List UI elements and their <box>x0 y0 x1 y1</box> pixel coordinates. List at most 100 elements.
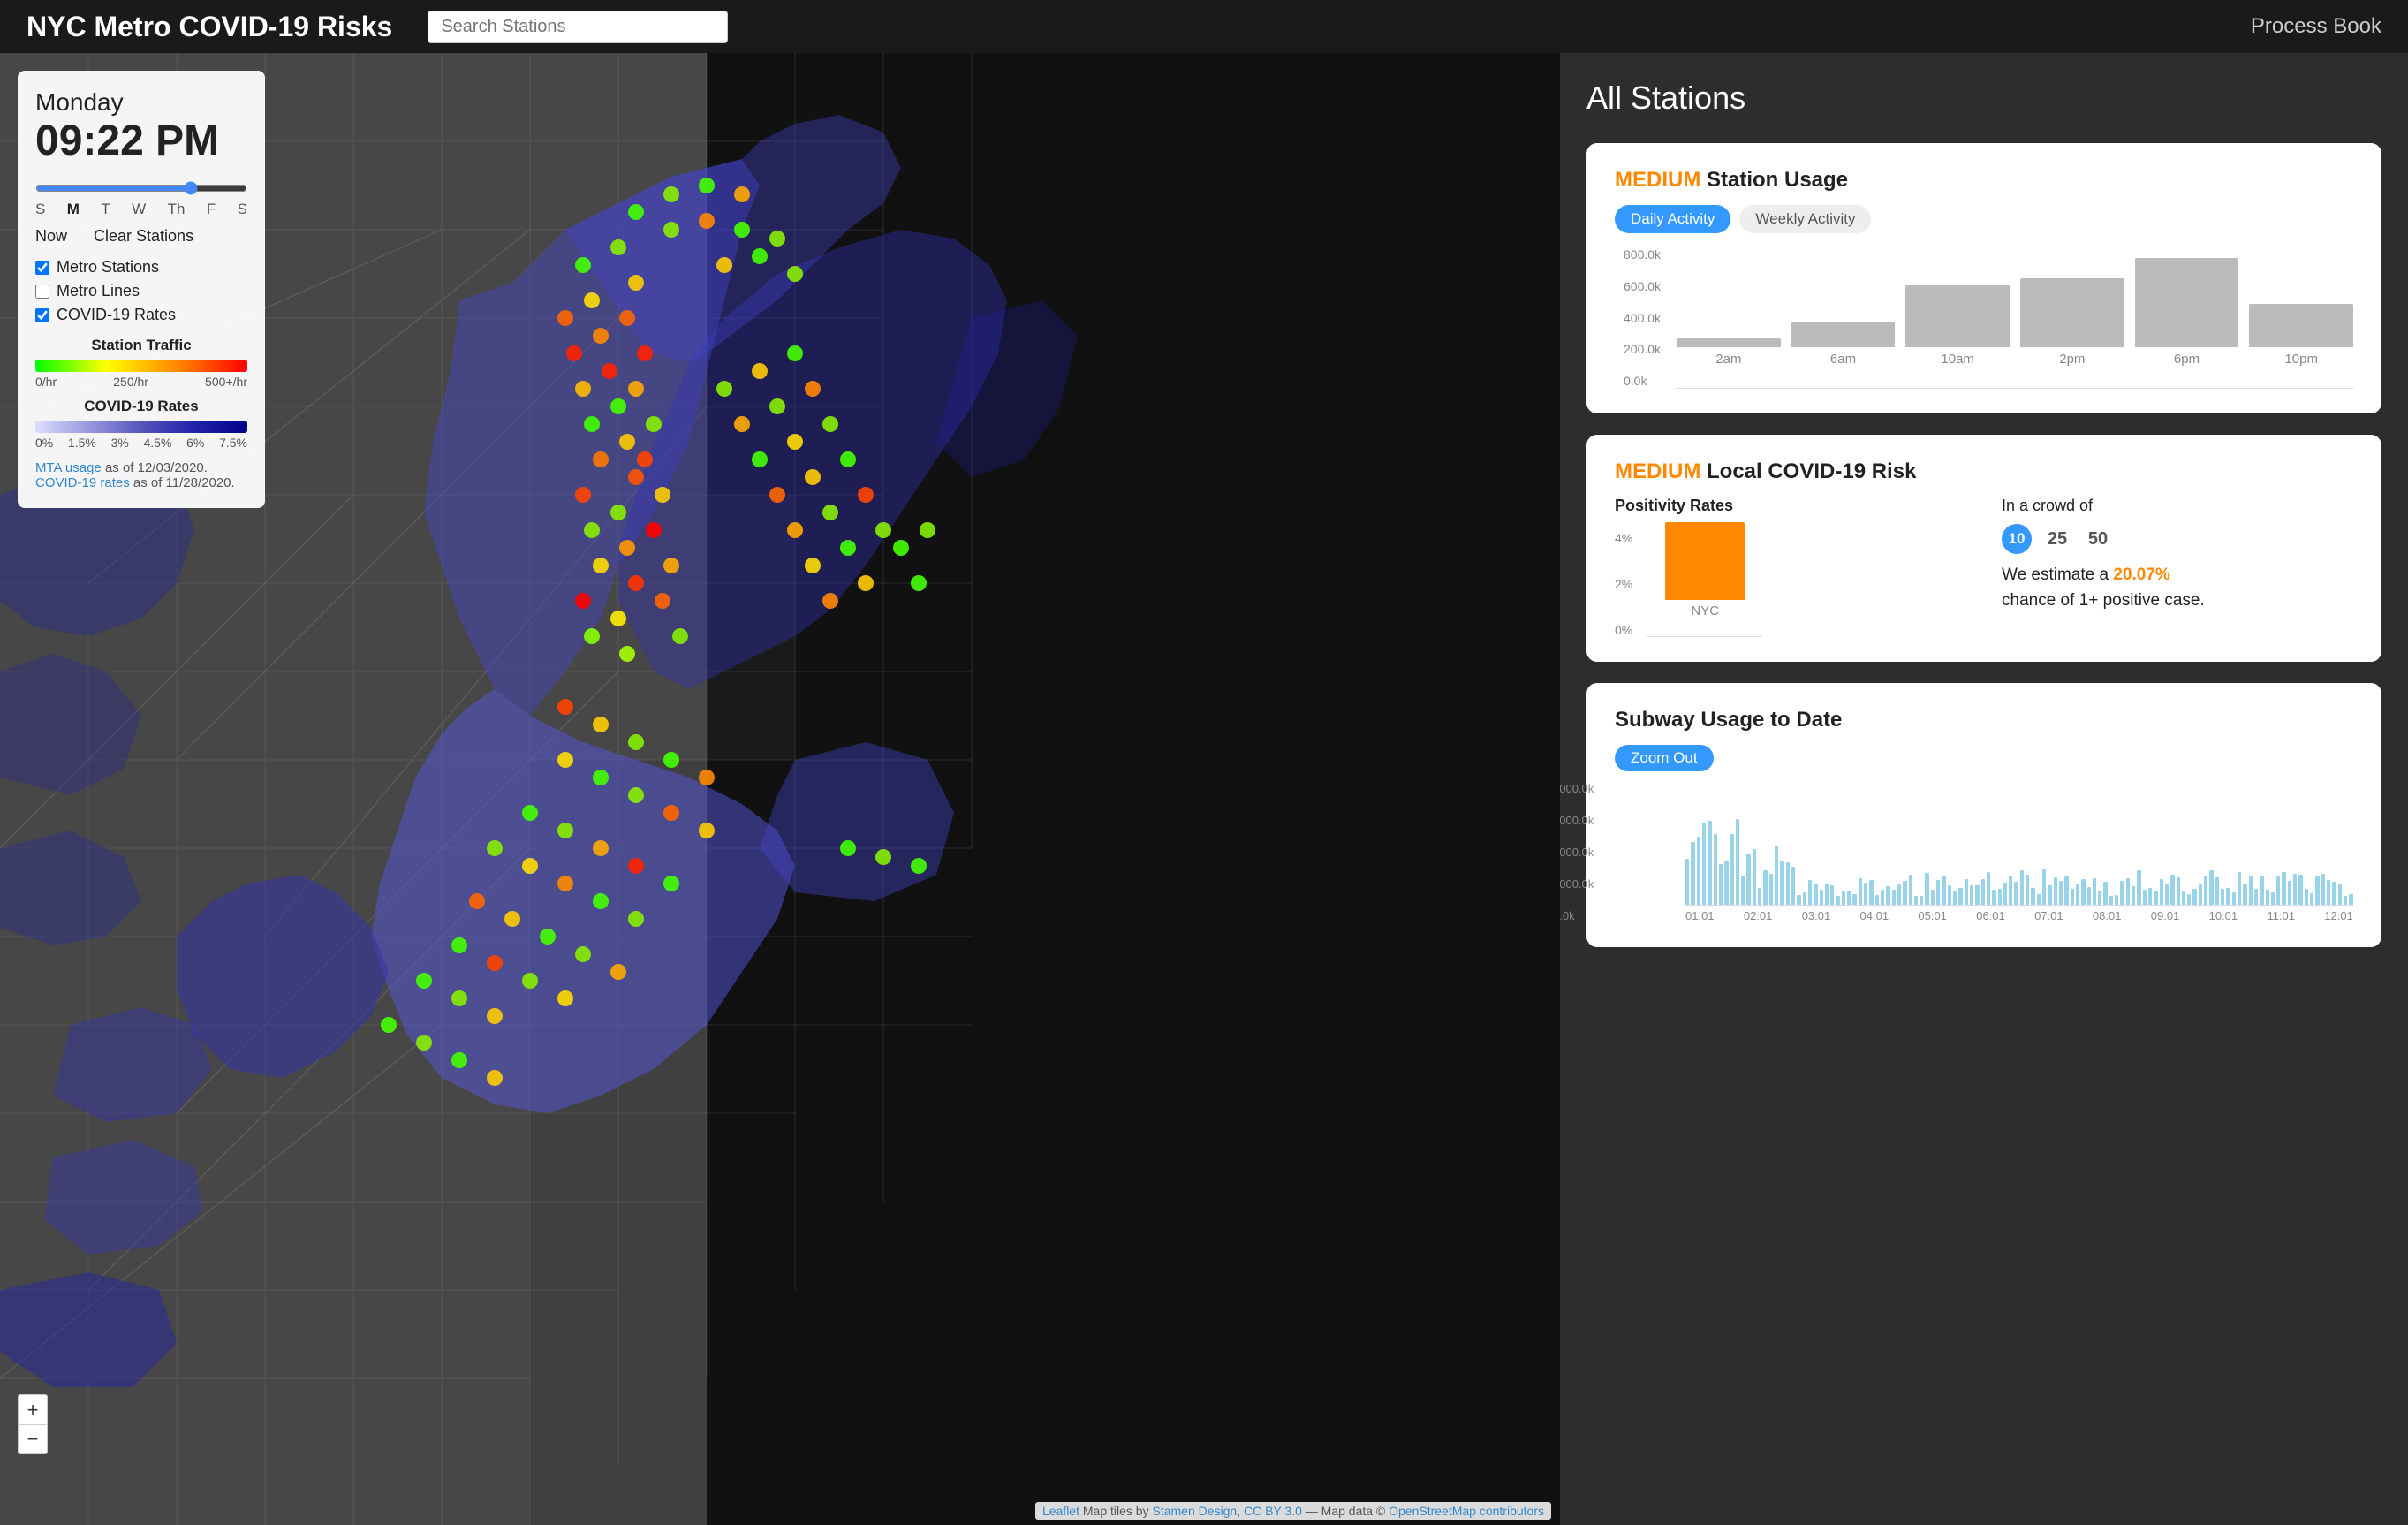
subway-bar <box>1852 894 1856 905</box>
subway-bar <box>2260 876 2263 905</box>
sx-01: 01:01 <box>1685 909 1715 922</box>
subway-bar <box>2087 887 2091 906</box>
covid-risk-header: MEDIUM Local COVID-19 Risk <box>1615 459 2353 484</box>
subway-bar <box>2076 884 2079 905</box>
subway-bar <box>2020 870 2024 905</box>
crowd-25[interactable]: 25 <box>2042 524 2072 554</box>
covid-risk-level: MEDIUM <box>1615 459 1700 483</box>
sx-11: 11:01 <box>2267 909 2295 922</box>
y-800k: 800.0k <box>1624 247 1661 262</box>
subway-bar <box>1685 859 1689 905</box>
subway-bar <box>1714 834 1717 905</box>
day-T[interactable]: T <box>101 201 110 218</box>
usage-bar <box>1791 322 1896 347</box>
day-F[interactable]: F <box>207 201 216 218</box>
subway-bar <box>2009 876 2012 905</box>
positivity-y-labels: 0% 2% 4% <box>1615 531 1632 637</box>
subway-bar <box>1724 861 1728 905</box>
subway-bar <box>2182 891 2185 905</box>
mta-usage-link[interactable]: MTA usage <box>35 460 102 475</box>
crowd-50[interactable]: 50 <box>2083 524 2113 554</box>
subway-bar <box>1780 861 1783 905</box>
subway-bar <box>2037 894 2041 905</box>
crowd-10[interactable]: 10 <box>2002 524 2032 554</box>
subway-bar <box>1791 867 1795 905</box>
subway-bar <box>2305 889 2308 905</box>
metro-stations-checkbox[interactable] <box>35 261 49 275</box>
covid-5: 7.5% <box>219 436 247 450</box>
clear-stations-button[interactable]: Clear Stations <box>94 227 193 246</box>
subway-bar <box>2209 870 2213 905</box>
subway-zoom-out-button[interactable]: Zoom Out <box>1615 745 1714 771</box>
py-0: 0% <box>1615 623 1632 637</box>
subway-bar <box>1864 883 1867 905</box>
subway-bar <box>1763 870 1767 905</box>
traffic-min: 0/hr <box>35 375 57 389</box>
traffic-mid: 250/hr <box>113 375 148 389</box>
subway-bar <box>2221 889 2224 905</box>
subway-bar <box>2332 882 2336 905</box>
subway-bar <box>2204 876 2207 905</box>
subway-bar <box>1948 885 1951 905</box>
estimate-pct: 20.07% <box>2113 565 2169 584</box>
subway-bar <box>2192 889 2196 905</box>
day-W[interactable]: W <box>132 201 146 218</box>
subway-bar <box>2321 874 2325 905</box>
time-slider[interactable] <box>35 181 247 195</box>
search-input[interactable] <box>428 11 728 43</box>
estimate-prefix: We estimate a <box>2002 565 2109 584</box>
covid-2: 3% <box>111 436 129 450</box>
subway-bar <box>2349 894 2352 905</box>
now-button[interactable]: Now <box>35 227 67 246</box>
subway-bar <box>1958 888 1962 905</box>
subway-bar <box>1808 880 1812 905</box>
positivity-title: Positivity Rates <box>1615 497 1966 515</box>
station-traffic-title: Station Traffic <box>35 337 247 354</box>
subway-bar <box>2232 892 2236 905</box>
leaflet-link[interactable]: Leaflet <box>1042 1504 1079 1518</box>
osm-link[interactable]: OpenStreetMap contributors <box>1389 1504 1544 1518</box>
station-usage-risk: MEDIUM <box>1615 168 1700 192</box>
zoom-in-button[interactable]: + <box>18 1394 48 1424</box>
subway-bar <box>2143 890 2147 905</box>
app-title: NYC Metro COVID-19 Risks <box>27 11 392 43</box>
covid-rates-checkbox[interactable] <box>35 308 49 322</box>
day-M[interactable]: M <box>67 201 80 218</box>
covid-source-link[interactable]: COVID-19 rates <box>35 475 130 490</box>
subway-bar <box>1981 879 1985 905</box>
day-S2[interactable]: S <box>238 201 247 218</box>
tab-weekly[interactable]: Weekly Activity <box>1739 205 1871 233</box>
usage-bar <box>2020 278 2124 347</box>
positivity-bar-label: NYC <box>1691 603 1719 618</box>
panel-title: All Stations <box>1586 80 2381 117</box>
tab-daily[interactable]: Daily Activity <box>1615 205 1730 233</box>
subway-bar <box>1975 885 1979 905</box>
subway-bar <box>2215 877 2219 905</box>
subway-bar <box>2238 872 2241 905</box>
station-usage-title-suffix: Station Usage <box>1707 168 1848 192</box>
subway-bar <box>2137 870 2140 905</box>
subway-bar <box>1803 892 1806 905</box>
metro-lines-checkbox[interactable] <box>35 285 49 299</box>
station-traffic-gradient <box>35 360 247 372</box>
subway-bar <box>1786 862 1790 905</box>
subway-bar <box>2093 878 2096 905</box>
mta-date: as of 12/03/2020. <box>105 460 208 475</box>
zoom-out-map-button[interactable]: − <box>18 1424 48 1454</box>
subway-bar <box>2338 884 2342 905</box>
sx-12: 12:01 <box>2324 909 2353 922</box>
covid-rates-gradient <box>35 421 247 433</box>
subway-bar <box>1897 884 1901 905</box>
subway-bar <box>2177 877 2180 905</box>
zoom-controls: + − <box>18 1394 48 1454</box>
subway-bar <box>1719 864 1723 905</box>
process-book-link[interactable]: Process Book <box>2251 14 2381 39</box>
subway-bar <box>1830 885 1834 905</box>
cc-link[interactable]: CC BY 3.0 <box>1244 1504 1302 1518</box>
day-Th[interactable]: Th <box>168 201 186 218</box>
day-S[interactable]: S <box>35 201 45 218</box>
usage-bar <box>1677 338 1781 347</box>
traffic-max: 500+/hr <box>205 375 247 389</box>
stamen-link[interactable]: Stamen Design <box>1152 1504 1237 1518</box>
subway-bar <box>2054 877 2057 905</box>
